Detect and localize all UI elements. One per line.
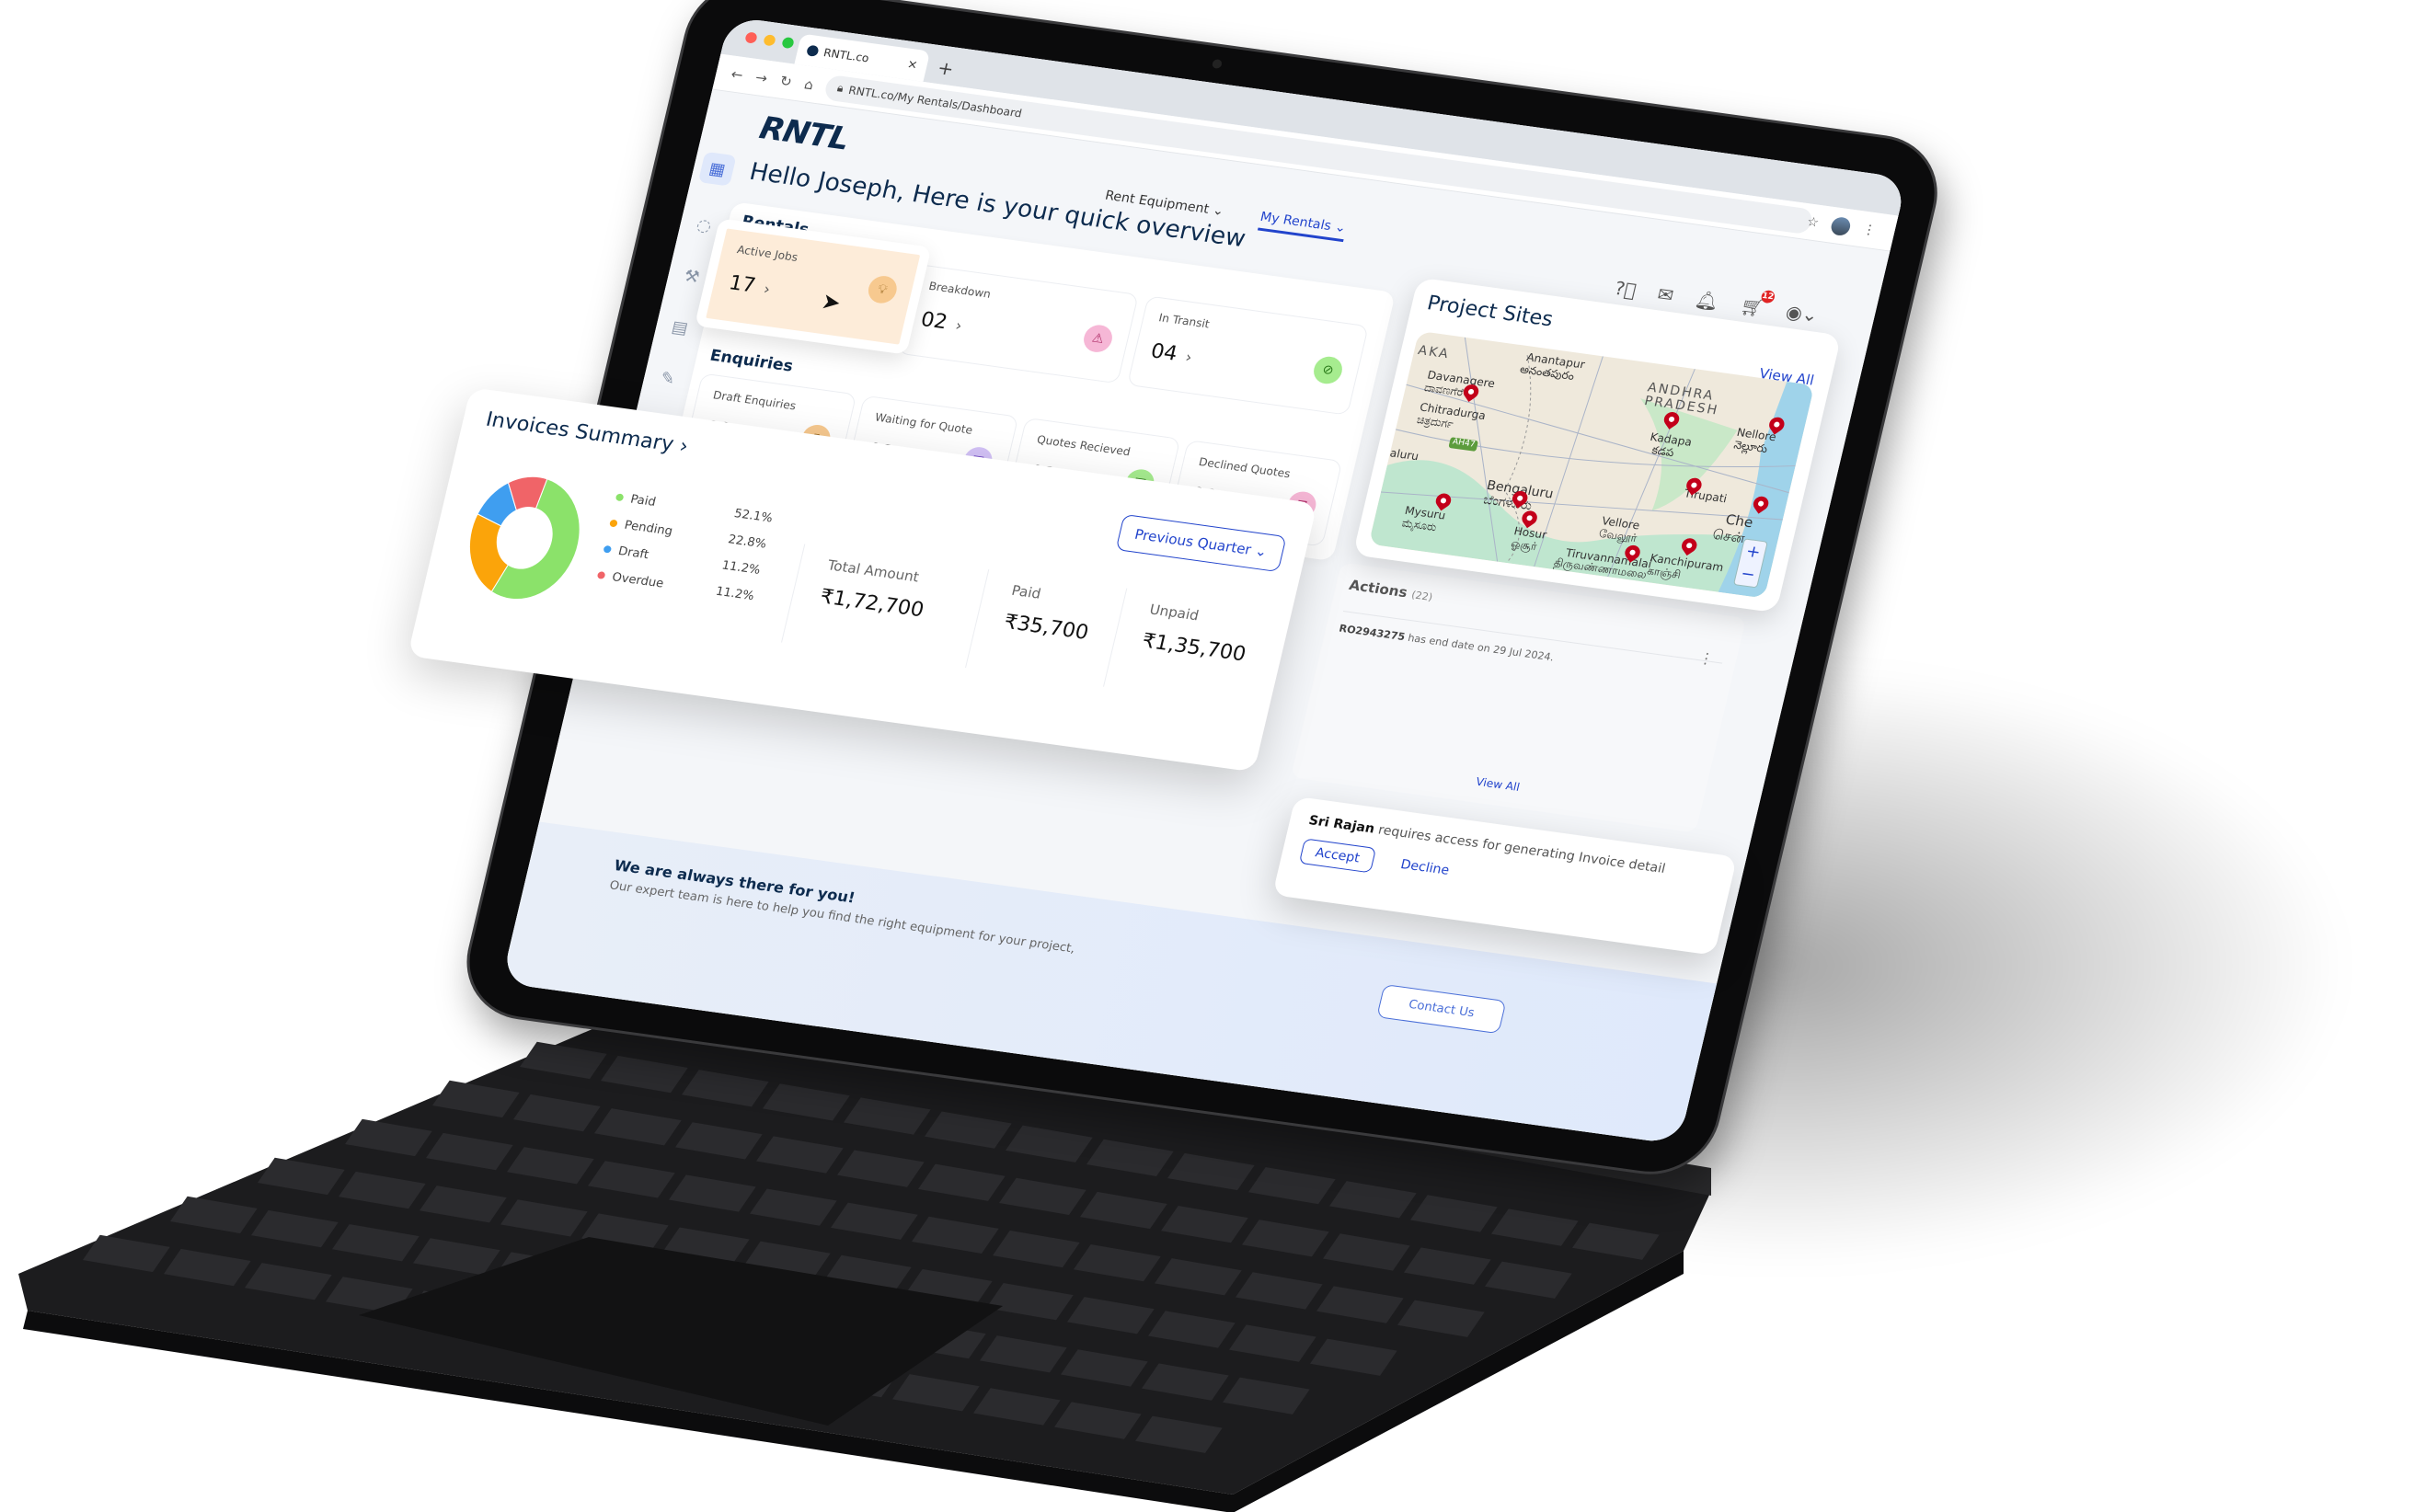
product-mockup: RNTL.co × + ← → ↻ ⌂ 🔒︎ RNTL.co/My Rental…: [0, 0, 2414, 1512]
invoice-donut-chart: [468, 475, 581, 601]
actions-panel: Actions (22) ⋮ RO2943275 has end date on…: [1290, 562, 1747, 833]
divider: [781, 544, 806, 643]
browser-menu-icon[interactable]: ⋮: [1861, 223, 1878, 238]
bell-icon[interactable]: 🔔︎: [1693, 288, 1721, 313]
divider: [1103, 588, 1128, 687]
legend-overdue: Overdue: [596, 568, 700, 596]
camera-icon: [1211, 58, 1224, 70]
project-sites-card: Project Sites View All AKA Anantapur అనం…: [1352, 277, 1842, 613]
forward-icon[interactable]: →: [753, 69, 769, 86]
close-tab-icon[interactable]: ×: [906, 57, 919, 72]
unpaid-amount: Unpaid ₹1,35,700: [1139, 601, 1248, 667]
chevron-down-icon: ⌄: [1253, 542, 1270, 561]
sidebar-documents-icon[interactable]: ▤: [670, 317, 690, 338]
cart-icon[interactable]: 🛒︎ 12: [1738, 289, 1776, 319]
invoice-legend: Paid 52.1% Pending 22.8% Draft 11.2% Overdu…: [596, 490, 774, 603]
legend-paid-percent: 52.1%: [732, 507, 775, 526]
legend-dot: [603, 544, 613, 554]
actions-count: (22): [1409, 589, 1434, 604]
project-sites-map[interactable]: AKA Anantapur అనంతపురం ANDHRA PRADESH Da…: [1368, 330, 1815, 599]
zoom-out-button[interactable]: −: [1739, 564, 1757, 585]
close-window-button[interactable]: [744, 31, 758, 44]
sidebar-edit-icon[interactable]: ✎: [659, 369, 677, 390]
home-icon[interactable]: ⌂: [803, 75, 816, 93]
tab-title: RNTL.co: [822, 46, 871, 65]
cart-count-badge: 12: [1760, 289, 1776, 304]
back-icon[interactable]: ←: [730, 65, 745, 83]
rntl-logo[interactable]: RNTL: [756, 109, 853, 157]
inbox-icon[interactable]: ✉: [1655, 283, 1675, 307]
new-tab-button[interactable]: +: [936, 56, 956, 80]
nav-my-rentals[interactable]: My Rentals ⌄: [1257, 209, 1348, 243]
lock-icon: 🔒︎: [835, 81, 845, 95]
total-amount: Total Amount ₹1,72,700: [817, 556, 926, 623]
bookmark-star-icon[interactable]: ☆: [1805, 214, 1820, 230]
tablet-screen: RNTL.co × + ← → ↻ ⌂ 🔒︎ RNTL.co/My Rental…: [407, 16, 1908, 1145]
zoom-in-button[interactable]: +: [1744, 542, 1763, 563]
legend-pending: Pending: [608, 517, 712, 544]
help-icon[interactable]: ?⃝: [1613, 277, 1638, 301]
actions-heading: Actions: [1347, 577, 1409, 601]
divider: [965, 569, 990, 669]
window-controls: [744, 31, 795, 50]
browser-profile-avatar[interactable]: [1829, 215, 1853, 237]
legend-draft-percent: 11.2%: [720, 558, 762, 578]
sidebar-chat-icon[interactable]: ◌: [695, 215, 714, 236]
legend-pending-percent: 22.8%: [726, 533, 768, 552]
reload-icon[interactable]: ↻: [778, 72, 794, 89]
tablet-device: RNTL.co × + ← → ↻ ⌂ 🔒︎ RNTL.co/My Rental…: [407, 0, 1951, 1183]
legend-draft: Draft: [602, 543, 706, 570]
maximize-window-button[interactable]: [781, 36, 795, 50]
sidebar-dashboard-icon[interactable]: ▦: [697, 151, 737, 187]
favicon-icon: [805, 44, 820, 57]
legend-dot: [596, 571, 606, 579]
legend-overdue-percent: 11.2%: [714, 584, 756, 604]
sidebar-equipment-icon[interactable]: ⚒: [682, 267, 701, 288]
decline-button[interactable]: Decline: [1399, 857, 1451, 878]
legend-dot: [609, 519, 618, 528]
minimize-window-button[interactable]: [763, 34, 776, 47]
legend-paid: Paid: [615, 490, 718, 518]
account-icon[interactable]: ◉⌄: [1784, 301, 1821, 326]
accept-button[interactable]: Accept: [1298, 838, 1376, 874]
legend-dot: [615, 493, 625, 502]
paid-amount: Paid ₹35,700: [1001, 581, 1091, 645]
